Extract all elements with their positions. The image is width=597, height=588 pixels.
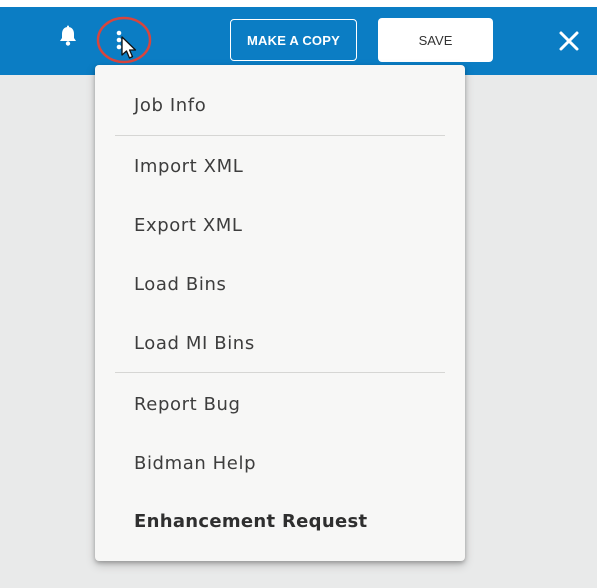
bell-icon[interactable] — [58, 25, 78, 47]
window-top-strip — [0, 0, 597, 7]
options-dropdown-menu: Job Info Import XML Export XML Load Bins… — [95, 65, 465, 561]
menu-item-load-bins[interactable]: Load Bins — [134, 270, 226, 300]
menu-item-import-xml[interactable]: Import XML — [134, 152, 243, 182]
save-button[interactable]: SAVE — [378, 18, 493, 62]
menu-item-load-mi-bins[interactable]: Load MI Bins — [134, 329, 255, 359]
more-options-button[interactable] — [96, 16, 152, 64]
mouse-cursor-icon — [121, 36, 137, 59]
menu-item-report-bug[interactable]: Report Bug — [134, 390, 241, 420]
menu-item-enhancement-request[interactable]: Enhancement Request — [134, 507, 367, 537]
menu-item-job-info[interactable]: Job Info — [134, 91, 206, 121]
make-a-copy-button[interactable]: MAKE A COPY — [230, 19, 357, 61]
menu-item-bidman-help[interactable]: Bidman Help — [134, 449, 256, 479]
menu-item-export-xml[interactable]: Export XML — [134, 211, 243, 241]
menu-divider — [115, 372, 445, 373]
menu-divider — [115, 135, 445, 136]
close-icon[interactable] — [558, 30, 580, 52]
